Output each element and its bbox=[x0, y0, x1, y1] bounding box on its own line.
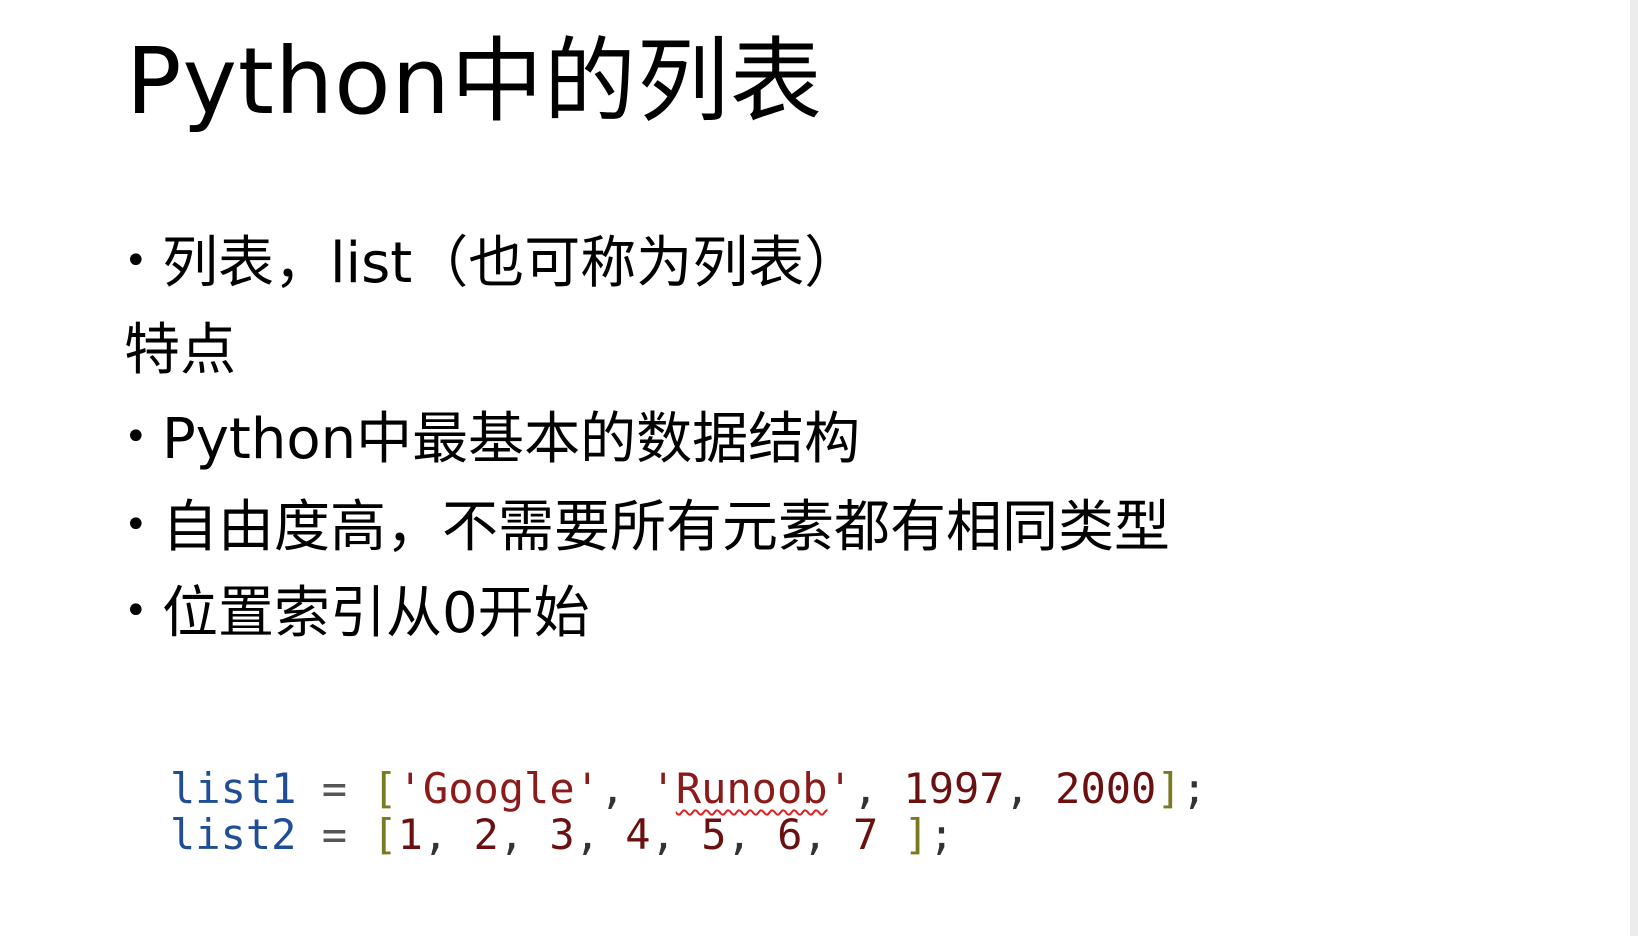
code-bracket: [ bbox=[372, 764, 398, 813]
code-number: 7 bbox=[852, 810, 879, 859]
bullet-icon: • bbox=[124, 237, 148, 284]
bullet-text: 位置索引从0开始 bbox=[162, 581, 590, 646]
code-string-quote: ' bbox=[827, 764, 853, 813]
bullet-icon: • bbox=[124, 587, 148, 634]
code-variable: list1 bbox=[170, 764, 297, 813]
code-number: 4 bbox=[625, 810, 651, 859]
code-string: 'Google' bbox=[397, 764, 600, 813]
code-number: 2000 bbox=[1055, 764, 1157, 813]
code-number: 6 bbox=[777, 810, 803, 859]
code-comma: , bbox=[650, 810, 676, 859]
bullet-basic-structure: • Python中最基本的数据结构 bbox=[124, 412, 860, 468]
code-comma: , bbox=[802, 810, 828, 859]
code-operator: = bbox=[321, 764, 348, 813]
code-semicolon: ; bbox=[1181, 764, 1207, 813]
code-comma: , bbox=[1004, 764, 1030, 813]
code-line-2: list2 = [1, 2, 3, 4, 5, 6, 7 ]; bbox=[170, 814, 954, 856]
code-bracket: [ bbox=[372, 810, 398, 859]
code-bracket: ] bbox=[903, 810, 929, 859]
section-heading: 特点 bbox=[124, 318, 236, 383]
bullet-text: Python中最基本的数据结构 bbox=[162, 407, 861, 472]
bullet-text: 自由度高，不需要所有元素都有相同类型 bbox=[162, 495, 1170, 560]
bullet-index-start: • 位置索引从0开始 bbox=[124, 586, 590, 642]
code-bracket: ] bbox=[1156, 764, 1182, 813]
code-comma: , bbox=[599, 764, 626, 813]
slide: Python中的列表 • 列表，list（也可称为列表） 特点 • Python中最… bbox=[0, 0, 1638, 936]
code-comma: , bbox=[852, 764, 879, 813]
bullet-text: 列表，list（也可称为列表） bbox=[162, 231, 861, 296]
bullet-icon: • bbox=[124, 413, 148, 460]
code-string-quote: ' bbox=[650, 764, 676, 813]
bullet-list-definition: • 列表，list（也可称为列表） bbox=[124, 236, 860, 292]
slide-title: Python中的列表 bbox=[126, 28, 823, 135]
code-line-1: list1 = ['Google', 'Runoob', 1997, 2000]… bbox=[170, 768, 1207, 810]
code-number: 3 bbox=[549, 810, 575, 859]
code-comma: , bbox=[498, 810, 525, 859]
bullet-icon: • bbox=[124, 501, 148, 548]
code-comma: , bbox=[726, 810, 752, 859]
code-number: 5 bbox=[701, 810, 727, 859]
scrollbar-edge bbox=[1630, 0, 1638, 936]
code-variable: list2 bbox=[170, 810, 297, 859]
code-string-misspelled: Runoob bbox=[675, 764, 828, 813]
code-semicolon: ; bbox=[928, 810, 955, 859]
code-comma: , bbox=[422, 810, 449, 859]
bullet-flexibility: • 自由度高，不需要所有元素都有相同类型 bbox=[124, 500, 1170, 556]
code-operator: = bbox=[321, 810, 348, 859]
code-number: 2 bbox=[473, 810, 499, 859]
code-number: 1997 bbox=[903, 764, 1005, 813]
code-number: 1 bbox=[397, 810, 423, 859]
code-comma: , bbox=[574, 810, 600, 859]
